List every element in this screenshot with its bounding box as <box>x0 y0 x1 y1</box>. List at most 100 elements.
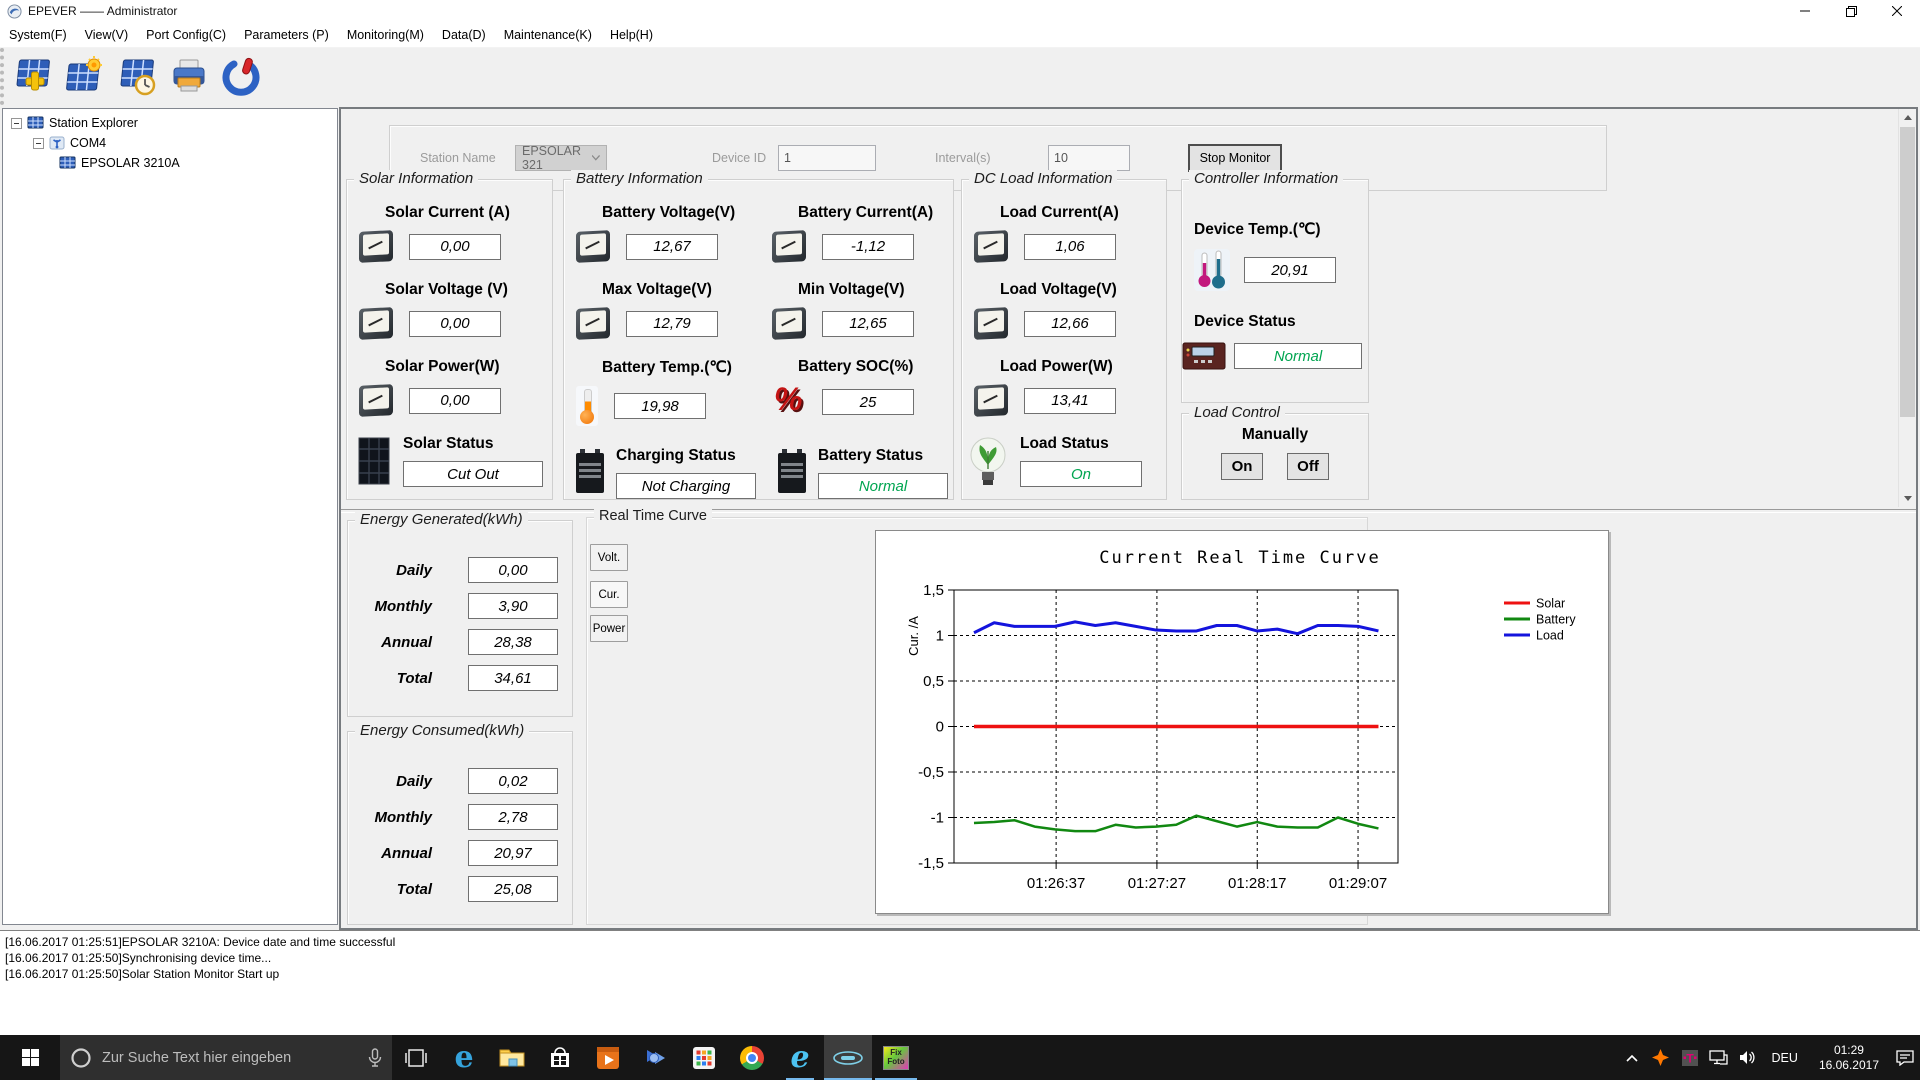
load-off-button[interactable]: Off <box>1287 453 1329 480</box>
device-id-input[interactable] <box>778 145 876 171</box>
meter-icon <box>772 307 806 340</box>
tray-network-icon[interactable] <box>1708 1050 1730 1065</box>
real-time-curve-group: Real Time Curve Volt. Cur. Power 1,5 1 0,5… <box>586 508 1609 925</box>
station-name-value: EPSOLAR 321 <box>522 144 582 172</box>
exit-button[interactable] <box>218 54 264 100</box>
menu-port-config[interactable]: Port Config(C) <box>137 22 235 47</box>
battery-current-value: -1,12 <box>822 233 914 260</box>
scroll-up-arrow-icon[interactable] <box>1899 109 1916 126</box>
log-line: [16.06.2017 01:25:51]EPSOLAR 3210A: Devi… <box>5 935 396 949</box>
tray-volume-icon[interactable] <box>1737 1050 1759 1065</box>
taskbar-search[interactable]: Zur Suche Text hier eingeben <box>60 1035 392 1080</box>
svg-text:01:26:37: 01:26:37 <box>1027 875 1085 892</box>
taskbar-app-movies-tv[interactable] <box>584 1035 632 1080</box>
daily-generated-value: 0,00 <box>468 557 558 583</box>
min-voltage-value: 12,65 <box>822 310 914 337</box>
taskbar-app-internet-explorer[interactable]: e <box>776 1035 824 1080</box>
tab-power[interactable]: Power <box>590 615 628 642</box>
tab-volt[interactable]: Volt. <box>590 544 628 571</box>
minimize-button[interactable] <box>1782 0 1828 22</box>
menu-help[interactable]: Help(H) <box>601 22 662 47</box>
dc-load-information-group: DC Load Information Load Current(A) 1,06… <box>961 170 1167 500</box>
solar-group-title: Solar Information <box>354 170 479 187</box>
taskbar-app-epever-active[interactable] <box>824 1035 872 1080</box>
charging-status-label: Charging Status <box>616 447 736 464</box>
interval-input[interactable] <box>1048 145 1130 171</box>
annual-consumed-value: 20,97 <box>468 840 558 866</box>
tree-item-epsolar-3210a[interactable]: EPSOLAR 3210A <box>3 153 337 173</box>
load-voltage-label: Load Voltage(V) <box>1000 281 1117 298</box>
battery-group-title: Battery Information <box>571 170 708 187</box>
menu-data[interactable]: Data(D) <box>433 22 495 47</box>
current-real-time-chart: 1,5 1 0,5 0 -0,5 -1 -1,5 01:26:37 01:27:27 01:28:… <box>875 530 1609 914</box>
taskbar-app-edge[interactable]: e <box>440 1035 488 1080</box>
collapse-icon[interactable] <box>33 137 44 149</box>
tray-chevron-up-icon[interactable] <box>1621 1054 1643 1062</box>
battery-soc-value: 25 <box>822 389 914 415</box>
meter-icon <box>359 230 393 263</box>
meter-icon <box>359 384 393 417</box>
station-name-select[interactable]: EPSOLAR 321 <box>515 144 607 172</box>
svg-text:Current Real Time Curve: Current Real Time Curve <box>1099 548 1380 568</box>
file-explorer-icon <box>499 1049 525 1067</box>
taskbar-app-file-explorer[interactable] <box>488 1035 536 1080</box>
menu-view[interactable]: View(V) <box>76 22 138 47</box>
language-indicator[interactable]: DEU <box>1766 1051 1804 1065</box>
menu-parameters[interactable]: Parameters (P) <box>235 22 338 47</box>
print-button[interactable] <box>166 54 212 100</box>
load-on-button[interactable]: On <box>1221 453 1263 480</box>
controller-group-title: Controller Information <box>1189 170 1344 187</box>
daily-label: Daily <box>396 561 432 579</box>
tree-item-station-explorer[interactable]: Station Explorer <box>3 113 337 133</box>
battery-current-label: Battery Current(A) <box>798 204 934 221</box>
station-explorer-panel: Station Explorer COM4 EPSOLAR 3210A <box>2 108 338 925</box>
menu-monitoring[interactable]: Monitoring(M) <box>338 22 433 47</box>
load-power-label: Load Power(W) <box>1000 358 1113 375</box>
tab-cur[interactable]: Cur. <box>590 581 628 608</box>
menu-maintenance[interactable]: Maintenance(K) <box>495 22 601 47</box>
meter-icon <box>576 307 610 340</box>
scrollbar-thumb[interactable] <box>1900 127 1915 417</box>
taskbar-clock[interactable]: 01:29 16.06.2017 <box>1811 1043 1887 1073</box>
vertical-scrollbar[interactable] <box>1898 109 1916 507</box>
daily-consumed-value: 0,02 <box>468 768 558 794</box>
battery-information-group: Battery Information Battery Voltage(V) 1… <box>563 170 954 500</box>
device-temp-label: Device Temp.(℃) <box>1194 221 1321 238</box>
taskbar-app-media-player[interactable] <box>632 1035 680 1080</box>
load-status-value: On <box>1020 461 1142 487</box>
horizontal-splitter[interactable] <box>341 509 1916 513</box>
load-control-group-title: Load Control <box>1189 404 1285 421</box>
add-station-button[interactable] <box>10 54 56 100</box>
meter-icon <box>974 307 1008 340</box>
action-center-icon[interactable] <box>1894 1049 1916 1066</box>
taskbar-app-grid[interactable] <box>680 1035 728 1080</box>
charging-status-value: Not Charging <box>616 473 756 499</box>
power-exit-icon <box>222 57 260 96</box>
media-player-icon <box>647 1049 665 1064</box>
close-button[interactable] <box>1874 0 1920 22</box>
tray-avast-icon[interactable] <box>1650 1049 1672 1066</box>
clock-time: 01:29 <box>1833 1042 1864 1057</box>
epever-app-icon <box>833 1050 863 1065</box>
start-button[interactable] <box>0 1035 60 1080</box>
task-view-button[interactable] <box>392 1035 440 1080</box>
taskbar-app-fixfoto[interactable]: Fix Foto <box>872 1035 920 1080</box>
solar-voltage-label: Solar Voltage (V) <box>385 281 508 298</box>
restore-button[interactable] <box>1828 0 1874 22</box>
stop-monitor-button[interactable]: Stop Monitor <box>1188 144 1282 172</box>
tree-item-com4[interactable]: COM4 <box>3 133 337 153</box>
battery-voltage-value: 12,67 <box>626 233 718 260</box>
station-name-label: Station Name <box>420 151 496 165</box>
collapse-icon[interactable] <box>11 117 22 129</box>
station-monitor-button[interactable] <box>62 54 108 100</box>
scroll-down-arrow-icon[interactable] <box>1899 490 1916 507</box>
microphone-icon[interactable] <box>368 1047 382 1068</box>
tray-telekom-icon[interactable]: T <box>1679 1049 1701 1066</box>
chart-canvas: 1,5 1 0,5 0 -0,5 -1 -1,5 01:26:37 01:27:27 01:28:… <box>906 548 1576 892</box>
menu-system[interactable]: System(F) <box>0 22 76 47</box>
load-power-value: 13,41 <box>1024 387 1116 414</box>
taskbar-app-chrome[interactable] <box>728 1035 776 1080</box>
taskbar-app-store[interactable] <box>536 1035 584 1080</box>
battery-status-label: Battery Status <box>818 447 924 464</box>
station-time-button[interactable] <box>114 54 160 100</box>
